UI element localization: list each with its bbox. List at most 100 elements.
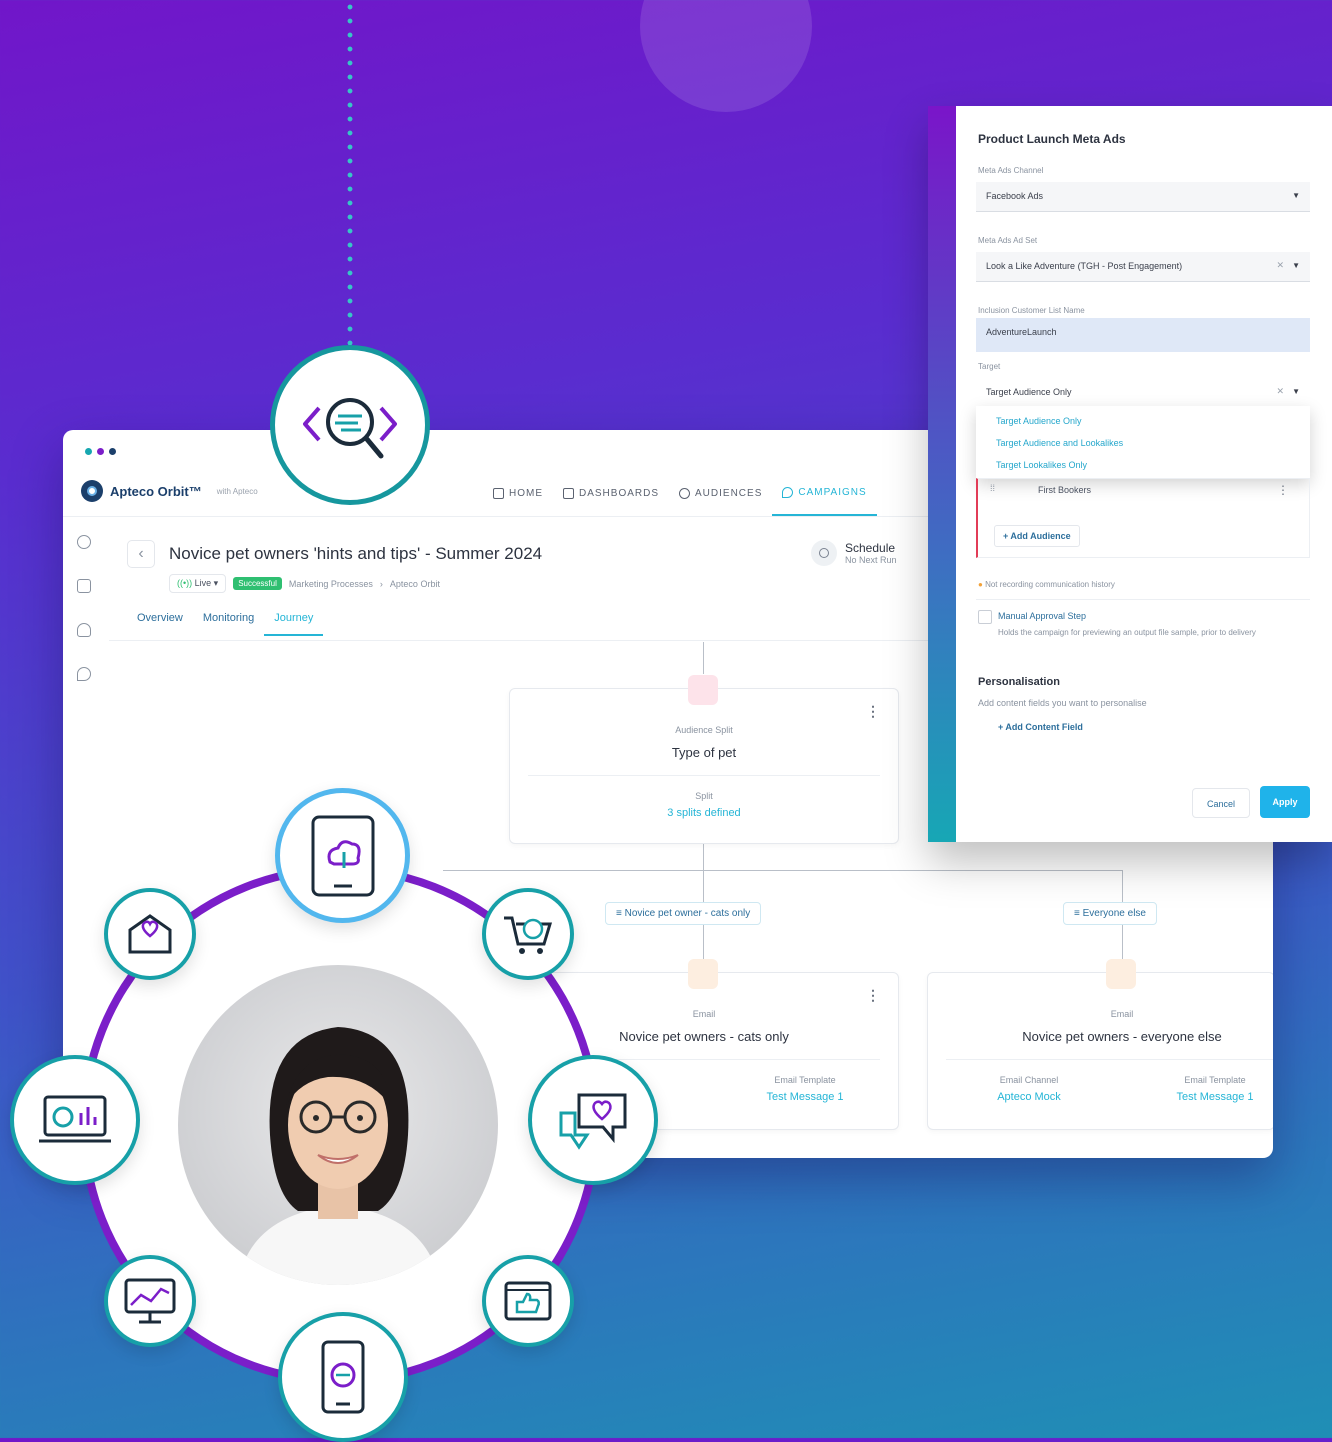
approval-checkbox[interactable] [978, 610, 992, 624]
target-select[interactable]: Target Audience Only ✕ ▼ [976, 378, 1310, 408]
nav-label: HOME [509, 487, 543, 499]
nav-label: CAMPAIGNS [798, 486, 867, 498]
nav-audiences[interactable]: AUDIENCES [669, 470, 772, 516]
customer-portrait [178, 965, 498, 1285]
clear-icon[interactable]: ✕ [1276, 386, 1284, 397]
target-dropdown: Target Audience Only Target Audience and… [976, 406, 1310, 478]
schedule-block[interactable]: Schedule No Next Run [811, 540, 897, 566]
channel-select[interactable]: Facebook Ads ▼ [976, 182, 1310, 212]
shopping-cart-icon [504, 916, 553, 954]
email-heart-satellite [104, 888, 196, 980]
chevron-down-icon: ▼ [1292, 261, 1300, 270]
cancel-button[interactable]: Cancel [1192, 788, 1250, 818]
channel-link[interactable]: Apteco Mock [964, 1091, 1094, 1103]
window-dot [109, 448, 116, 455]
monitor-chart-icon [124, 1278, 176, 1324]
target-option[interactable]: Target Audience and Lookalikes [996, 438, 1123, 448]
window-dot [97, 448, 104, 455]
email-node-icon [1106, 959, 1136, 989]
audience-box: ⁞⁞ First Bookers ⋮ + Add Audience [976, 478, 1310, 558]
warning-dot-icon: ● [978, 580, 986, 589]
adset-select[interactable]: Look a Like Adventure (TGH - Post Engage… [976, 252, 1310, 282]
window-controls [85, 448, 116, 455]
email-card-everyone[interactable]: Email Novice pet owners - everyone else … [927, 959, 1273, 1130]
branch-label: Novice pet owner - cats only [624, 908, 751, 919]
monitor-chart-satellite [104, 1255, 196, 1347]
app-logo[interactable]: Apteco Orbit™ with Apteco [81, 480, 258, 502]
laptop-analytics-satellite [10, 1055, 140, 1185]
dashboard-rail-icon[interactable] [77, 579, 91, 593]
back-button[interactable]: ‹ [127, 540, 155, 568]
approval-title: Manual Approval Step [998, 611, 1087, 621]
chevron-down-icon: ▼ [1292, 387, 1300, 396]
channel-label: Meta Ads Channel [978, 166, 1044, 175]
tablet-cloud-satellite [275, 788, 410, 923]
tab-overview[interactable]: Overview [127, 602, 193, 636]
more-options-icon[interactable]: ⋮ [866, 703, 880, 720]
add-audience-button[interactable]: + Add Audience [994, 525, 1080, 547]
tab-monitoring[interactable]: Monitoring [193, 602, 264, 636]
brand-name: Apteco Orbit™ [110, 483, 202, 499]
link-icon[interactable] [77, 535, 91, 549]
approval-desc: Holds the campaign for previewing an out… [998, 628, 1256, 637]
add-content-field-button[interactable]: + Add Content Field [998, 722, 1083, 732]
card-divider [946, 1059, 1273, 1060]
divider [976, 599, 1310, 600]
target-option[interactable]: Target Lookalikes Only [996, 460, 1087, 470]
schedule-sub: No Next Run [845, 555, 897, 565]
chat-heart-satellite [528, 1055, 658, 1185]
history-note: ● Not recording communication history [978, 580, 1115, 589]
connector-line [703, 642, 704, 674]
nav-campaigns[interactable]: CAMPAIGNS [772, 470, 877, 516]
tablet-cloud-icon [311, 815, 374, 896]
background-circle [640, 0, 812, 112]
search-analytics-icon [303, 398, 397, 459]
campaign-rail-icon[interactable] [77, 667, 91, 681]
audience-split-card[interactable]: ⋮ Audience Split Type of pet Split 3 spl… [509, 675, 899, 844]
meta-ads-panel: Product Launch Meta Ads Meta Ads Channel… [928, 106, 1332, 842]
tab-journey[interactable]: Journey [264, 602, 324, 636]
nav-home[interactable]: HOME [483, 470, 553, 516]
channel-value: Facebook Ads [986, 191, 1044, 201]
live-signal-icon: ((•)) [177, 578, 195, 588]
breadcrumb-2[interactable]: Apteco Orbit [390, 579, 440, 589]
drag-handle-icon[interactable]: ⁞⁞ [990, 483, 995, 493]
template-link[interactable]: Test Message 1 [740, 1091, 870, 1103]
status-label: Live [194, 578, 212, 588]
breadcrumb-1[interactable]: Marketing Processes [289, 579, 373, 589]
breadcrumb-separator: › [379, 578, 383, 589]
status-dropdown[interactable]: ((•)) Live ▾ [169, 574, 227, 593]
template-link[interactable]: Test Message 1 [1156, 1091, 1273, 1103]
adset-value: Look a Like Adventure (TGH - Post Engage… [986, 261, 1183, 271]
connector-line [443, 870, 1123, 871]
card-divider [528, 775, 880, 776]
panel-title: Product Launch Meta Ads [978, 132, 1126, 146]
target-option[interactable]: Target Audience Only [996, 416, 1082, 426]
branch-pill-everyone[interactable]: ≡ Everyone else [1063, 902, 1157, 925]
clear-icon[interactable]: ✕ [1276, 260, 1284, 271]
inclusion-label: Inclusion Customer List Name [978, 306, 1085, 315]
inclusion-value: AdventureLaunch [986, 327, 1057, 337]
dashboard-icon [563, 487, 574, 499]
apply-button[interactable]: Apply [1260, 786, 1310, 818]
history-text: Not recording communication history [985, 580, 1115, 589]
campaign-title: Novice pet owners 'hints and tips' - Sum… [169, 544, 543, 563]
inclusion-input[interactable]: AdventureLaunch [976, 318, 1310, 352]
segment-icon: ≡ [1074, 908, 1083, 919]
adset-label: Meta Ads Ad Set [978, 236, 1038, 245]
branch-pill-cats[interactable]: ≡ Novice pet owner - cats only [605, 902, 762, 925]
panel-accent-strip [928, 106, 956, 842]
more-options-icon[interactable]: ⋮ [1277, 483, 1289, 497]
template-label: Email Template [1184, 1075, 1246, 1085]
campaign-meta: ((•)) Live ▾ Successful Marketing Proces… [169, 574, 440, 593]
campaigns-icon [782, 486, 794, 498]
campaign-tabs: Overview Monitoring Journey [127, 602, 324, 636]
target-value: Target Audience Only [986, 387, 1072, 397]
splits-defined-link[interactable]: 3 splits defined [510, 807, 898, 819]
dotted-connector [347, 0, 353, 345]
more-options-icon[interactable]: ⋮ [866, 987, 880, 1004]
people-icon[interactable] [77, 623, 91, 637]
target-label: Target [978, 362, 1001, 371]
split-sub-label: Split [695, 791, 713, 801]
nav-dashboards[interactable]: DASHBOARDS [553, 470, 669, 516]
